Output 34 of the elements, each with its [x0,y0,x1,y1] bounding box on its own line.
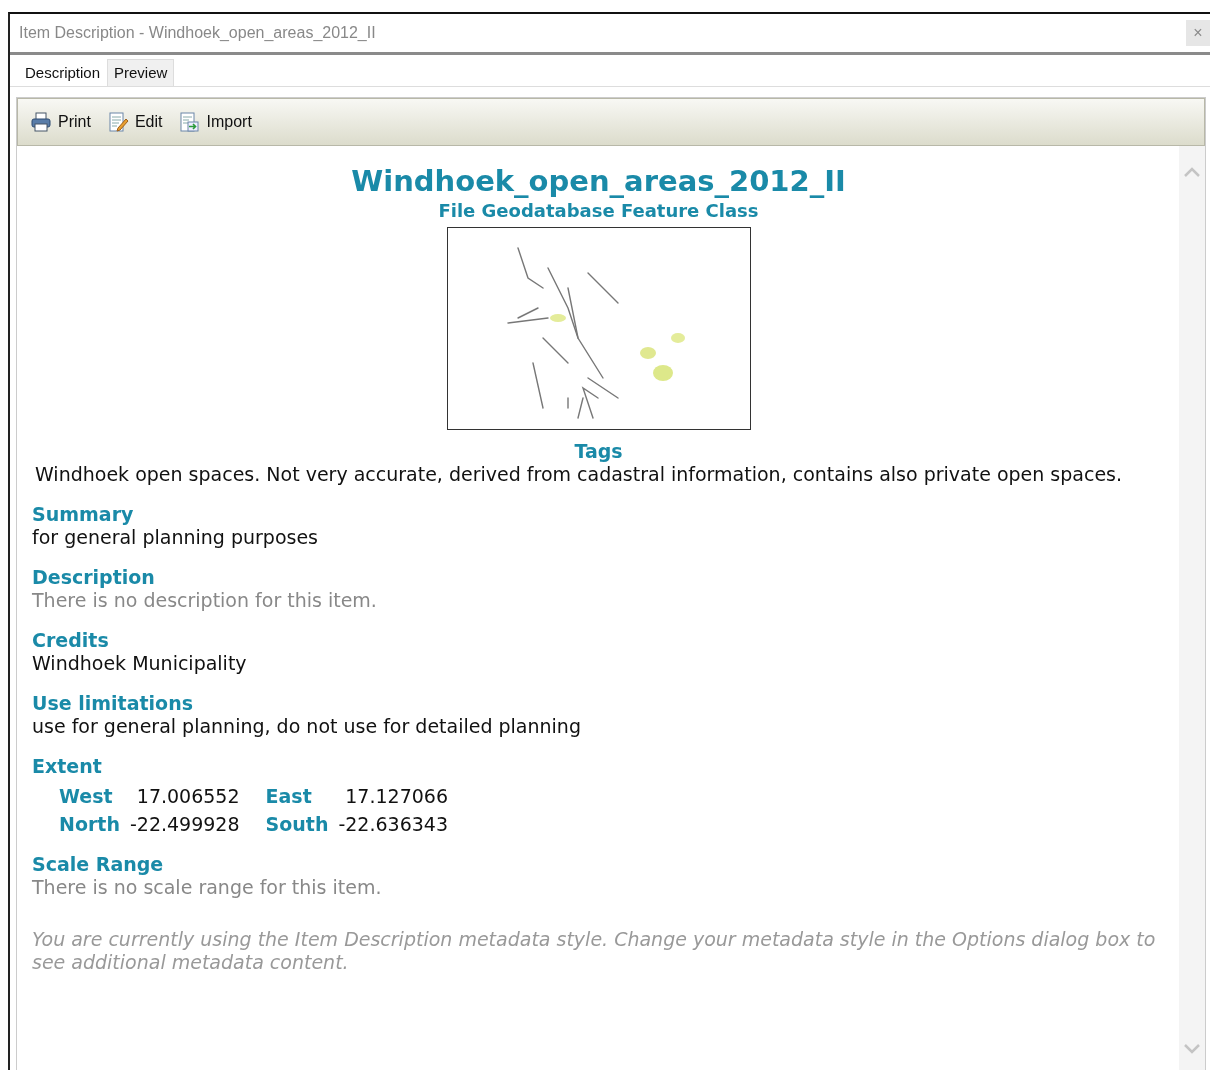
section-heading: Tags [573,440,624,462]
section-text: There is no description for this item. [32,589,378,611]
toolbar-button[interactable]: Edit [104,111,165,133]
section-heading: Description [32,566,156,588]
extent-value: 17.127066 [344,785,449,807]
section-heading: Use limitations [32,692,194,714]
scroll-up-icon [1183,166,1201,178]
section-text: Windhoek Municipality [32,652,248,674]
toolbar-button[interactable]: Import [176,111,254,133]
section-heading: Credits [32,629,110,651]
toolbar-button[interactable]: Print [28,111,93,133]
extent-value: 17.006552 [135,785,240,807]
scroll-down-icon [1183,1043,1201,1055]
extent-label: West [59,785,114,807]
style-note: You are currently using the Item Description metadata style. Change your metadata style in the Options dialog box to see additional metadata content. [32,928,1157,974]
item-type: File Geodatabase Feature Class [437,200,760,221]
section-text: for general planning purposes [32,526,319,548]
section-heading: Extent [32,755,103,777]
printer-icon [30,111,52,133]
extent-label: North [59,813,120,835]
document-arrow-icon [178,111,201,133]
window-title: Item Description - Windhoek_open_areas_2012_II [19,24,376,42]
section-heading: Scale Range [32,853,165,875]
section-text: use for general planning, do not use for detailed planning [32,715,582,737]
section-text: There is no scale range for this item. [32,876,383,898]
tab[interactable]: Preview [107,59,175,86]
extent-value: -22.636343 [338,813,449,835]
extent-value: -22.499928 [129,813,240,835]
section-text: Windhoek open spaces. Not very accurate, derived from cadastral information, contains also private open spaces. [35,463,1123,485]
extent-label: East [265,785,313,807]
extent-label: South [265,813,329,835]
document-pencil-icon [106,111,129,133]
item-title: Windhoek_open_areas_2012_II [350,164,847,198]
section-heading: Summary [32,503,135,525]
